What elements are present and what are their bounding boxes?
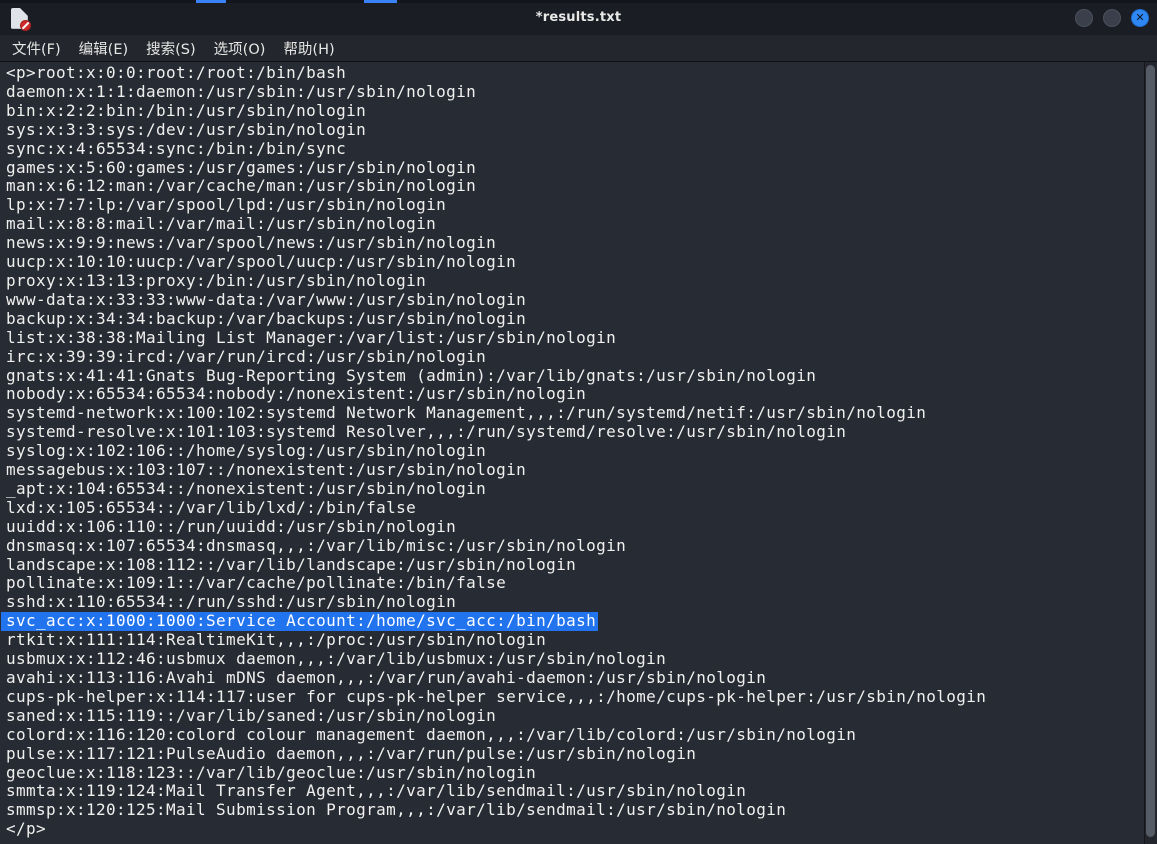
text-line[interactable]: systemd-network:x:100:102:systemd Networ… <box>6 404 1144 423</box>
menubar: 文件(F) 编辑(E) 搜索(S) 选项(O) 帮助(H) <box>0 35 1157 62</box>
text-line[interactable]: sshd:x:110:65534::/run/sshd:/usr/sbin/no… <box>6 593 1144 612</box>
tab-indicator-2 <box>364 0 397 3</box>
titlebar[interactable]: *results.txt ✕ <box>0 0 1157 35</box>
text-line[interactable]: smmta:x:119:124:Mail Transfer Agent,,,:/… <box>6 782 1144 801</box>
text-area[interactable]: <p>root:x:0:0:root:/root:/bin/bashdaemon… <box>0 62 1144 844</box>
text-line[interactable]: sys:x:3:3:sys:/dev:/usr/sbin/nologin <box>6 121 1144 140</box>
editor-area: <p>root:x:0:0:root:/root:/bin/bashdaemon… <box>0 62 1157 844</box>
text-line[interactable]: systemd-resolve:x:101:103:systemd Resolv… <box>6 423 1144 442</box>
maximize-button[interactable] <box>1103 9 1121 27</box>
text-line[interactable]: <p>root:x:0:0:root:/root:/bin/bash <box>6 64 1144 83</box>
text-line[interactable]: pulse:x:117:121:PulseAudio daemon,,,:/va… <box>6 745 1144 764</box>
window-title: *results.txt <box>0 10 1157 25</box>
text-line[interactable]: smmsp:x:120:125:Mail Submission Program,… <box>6 801 1144 820</box>
minimize-button[interactable] <box>1075 9 1093 27</box>
tab-indicator-1 <box>196 0 226 3</box>
text-line[interactable]: pollinate:x:109:1::/var/cache/pollinate:… <box>6 574 1144 593</box>
text-line[interactable]: </p> <box>6 820 1144 839</box>
text-line[interactable]: uuidd:x:106:110::/run/uuidd:/usr/sbin/no… <box>6 518 1144 537</box>
menu-edit[interactable]: 编辑(E) <box>70 35 137 62</box>
text-line[interactable]: _apt:x:104:65534::/nonexistent:/usr/sbin… <box>6 480 1144 499</box>
text-line[interactable]: man:x:6:12:man:/var/cache/man:/usr/sbin/… <box>6 177 1144 196</box>
text-line[interactable]: saned:x:115:119::/var/lib/saned:/usr/sbi… <box>6 707 1144 726</box>
menu-search[interactable]: 搜索(S) <box>137 35 205 62</box>
text-line[interactable]: rtkit:x:111:114:RealtimeKit,,,:/proc:/us… <box>6 631 1144 650</box>
text-line[interactable]: www-data:x:33:33:www-data:/var/www:/usr/… <box>6 291 1144 310</box>
text-line[interactable]: colord:x:116:120:colord colour managemen… <box>6 726 1144 745</box>
text-line[interactable]: mail:x:8:8:mail:/var/mail:/usr/sbin/nolo… <box>6 215 1144 234</box>
text-line[interactable]: nobody:x:65534:65534:nobody:/nonexistent… <box>6 385 1144 404</box>
text-line[interactable]: bin:x:2:2:bin:/bin:/usr/sbin/nologin <box>6 102 1144 121</box>
scrollbar-thumb[interactable] <box>1146 65 1155 837</box>
menu-options[interactable]: 选项(O) <box>205 35 275 62</box>
vertical-scrollbar[interactable] <box>1144 62 1157 844</box>
window-controls: ✕ <box>1075 9 1149 27</box>
text-line[interactable]: landscape:x:108:112::/var/lib/landscape:… <box>6 556 1144 575</box>
top-edge-strip <box>0 0 1157 3</box>
text-line[interactable]: uucp:x:10:10:uucp:/var/spool/uucp:/usr/s… <box>6 253 1144 272</box>
editor-window: *results.txt ✕ 文件(F) 编辑(E) 搜索(S) 选项(O) 帮… <box>0 0 1157 844</box>
text-line[interactable]: backup:x:34:34:backup:/var/backups:/usr/… <box>6 310 1144 329</box>
text-line[interactable]: games:x:5:60:games:/usr/games:/usr/sbin/… <box>6 159 1144 178</box>
text-line[interactable]: daemon:x:1:1:daemon:/usr/sbin:/usr/sbin/… <box>6 83 1144 102</box>
menu-help[interactable]: 帮助(H) <box>274 35 343 62</box>
close-button[interactable]: ✕ <box>1131 9 1149 27</box>
text-line[interactable]: usbmux:x:112:46:usbmux daemon,,,:/var/li… <box>6 650 1144 669</box>
text-line[interactable]: list:x:38:38:Mailing List Manager:/var/l… <box>6 329 1144 348</box>
text-line[interactable]: avahi:x:113:116:Avahi mDNS daemon,,,:/va… <box>6 669 1144 688</box>
text-line[interactable]: lp:x:7:7:lp:/var/spool/lpd:/usr/sbin/nol… <box>6 196 1144 215</box>
text-line[interactable]: news:x:9:9:news:/var/spool/news:/usr/sbi… <box>6 234 1144 253</box>
text-line[interactable]: proxy:x:13:13:proxy:/bin:/usr/sbin/nolog… <box>6 272 1144 291</box>
text-line[interactable]: lxd:x:105:65534::/var/lib/lxd/:/bin/fals… <box>6 499 1144 518</box>
text-line[interactable]: messagebus:x:103:107::/nonexistent:/usr/… <box>6 461 1144 480</box>
text-line[interactable]: sync:x:4:65534:sync:/bin:/bin/sync <box>6 140 1144 159</box>
text-line[interactable]: cups-pk-helper:x:114:117:user for cups-p… <box>6 688 1144 707</box>
text-line[interactable]: dnsmasq:x:107:65534:dnsmasq,,,:/var/lib/… <box>6 537 1144 556</box>
menu-file[interactable]: 文件(F) <box>3 35 70 62</box>
close-icon: ✕ <box>1135 12 1144 23</box>
text-line[interactable]: gnats:x:41:41:Gnats Bug-Reporting System… <box>6 367 1144 386</box>
text-line[interactable]: syslog:x:102:106::/home/syslog:/usr/sbin… <box>6 442 1144 461</box>
text-line-selected[interactable]: svc_acc:x:1000:1000:Service Account:/hom… <box>6 612 1144 631</box>
text-line[interactable]: geoclue:x:118:123::/var/lib/geoclue:/usr… <box>6 764 1144 783</box>
text-line[interactable]: irc:x:39:39:ircd:/var/run/ircd:/usr/sbin… <box>6 348 1144 367</box>
mousepad-app-icon[interactable] <box>11 8 28 29</box>
